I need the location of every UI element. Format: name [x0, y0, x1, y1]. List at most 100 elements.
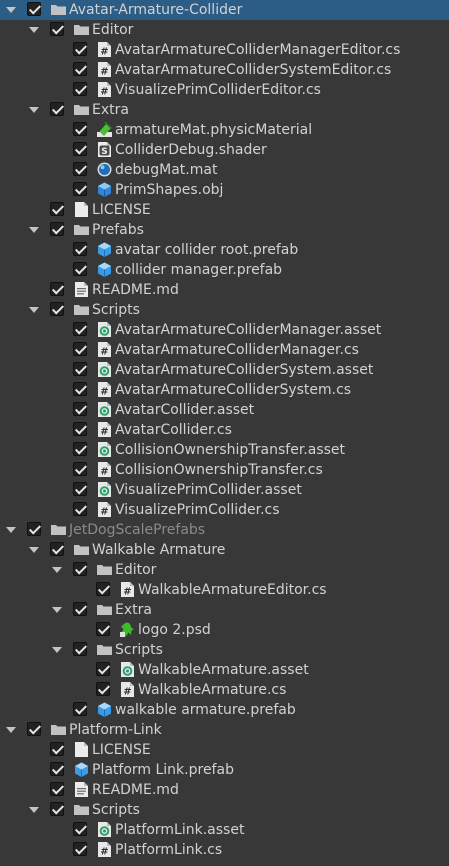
tree-row[interactable]: WalkableArmature.asset [0, 660, 449, 680]
import-checkbox[interactable] [73, 482, 87, 496]
import-checkbox[interactable] [73, 462, 87, 476]
tree-row[interactable]: Scripts [0, 300, 449, 320]
import-checkbox[interactable] [73, 842, 87, 856]
foldout-arrow-icon[interactable] [51, 644, 63, 656]
import-checkbox[interactable] [50, 542, 64, 556]
tree-row[interactable]: # AvatarArmatureColliderManager.cs [0, 340, 449, 360]
import-checkbox[interactable] [73, 442, 87, 456]
foldout-arrow-icon[interactable] [51, 564, 63, 576]
tree-row[interactable]: walkable armature.prefab [0, 700, 449, 720]
tree-row[interactable]: Prefabs [0, 220, 449, 240]
import-checkbox[interactable] [50, 202, 64, 216]
foldout-arrow-icon[interactable] [5, 4, 17, 16]
import-checkbox[interactable] [73, 602, 87, 616]
tree-row[interactable]: README.md [0, 780, 449, 800]
tree-row[interactable]: JetDogScalePrefabs [0, 520, 449, 540]
import-checkbox[interactable] [73, 562, 87, 576]
tree-row[interactable]: # WalkableArmatureEditor.cs [0, 580, 449, 600]
tree-row[interactable]: Platform Link.prefab [0, 760, 449, 780]
tree-row[interactable]: # AvatarArmatureColliderSystemEditor.cs [0, 60, 449, 80]
import-checkbox[interactable] [73, 42, 87, 56]
import-checkbox[interactable] [73, 642, 87, 656]
foldout-arrow-icon[interactable] [28, 304, 40, 316]
tree-row[interactable]: # VisualizePrimCollider.cs [0, 500, 449, 520]
foldout-arrow-icon[interactable] [51, 604, 63, 616]
foldout-arrow-icon[interactable] [28, 104, 40, 116]
import-checkbox[interactable] [73, 62, 87, 76]
tree-row[interactable]: Extra [0, 600, 449, 620]
import-checkbox[interactable] [73, 182, 87, 196]
tree-row[interactable]: VisualizePrimCollider.asset [0, 480, 449, 500]
import-checkbox[interactable] [73, 822, 87, 836]
tree-row[interactable]: PrimShapes.obj [0, 180, 449, 200]
import-checkbox[interactable] [73, 362, 87, 376]
import-checkbox[interactable] [50, 222, 64, 236]
tree-row[interactable]: Scripts [0, 800, 449, 820]
tree-row[interactable]: armatureMat.physicMaterial [0, 120, 449, 140]
tree-row[interactable]: CollisionOwnershipTransfer.asset [0, 440, 449, 460]
tree-row[interactable]: # AvatarCollider.cs [0, 420, 449, 440]
foldout-arrow-icon[interactable] [28, 804, 40, 816]
import-checkbox[interactable] [27, 2, 41, 16]
tree-row[interactable]: debugMat.mat [0, 160, 449, 180]
import-checkbox[interactable] [50, 22, 64, 36]
import-checkbox[interactable] [50, 302, 64, 316]
tree-row[interactable]: # PlatformLink.cs [0, 840, 449, 860]
tree-row[interactable]: LICENSE [0, 200, 449, 220]
import-checkbox[interactable] [73, 382, 87, 396]
import-checkbox[interactable] [73, 122, 87, 136]
tree-row[interactable]: Scripts [0, 640, 449, 660]
svg-text:#: # [100, 87, 108, 98]
tree-row[interactable]: Platform-Link [0, 720, 449, 740]
import-checkbox[interactable] [96, 682, 110, 696]
foldout-arrow-icon[interactable] [28, 224, 40, 236]
import-checkbox[interactable] [96, 622, 110, 636]
import-checkbox[interactable] [73, 422, 87, 436]
tree-row[interactable]: LICENSE [0, 740, 449, 760]
tree-row[interactable]: # AvatarArmatureColliderSystem.cs [0, 380, 449, 400]
foldout-arrow-icon[interactable] [5, 724, 17, 736]
tree-row[interactable]: Walkable Armature [0, 540, 449, 560]
import-checkbox[interactable] [73, 242, 87, 256]
tree-row[interactable]: PlatformLink.asset [0, 820, 449, 840]
import-checkbox[interactable] [50, 742, 64, 756]
foldout-arrow-icon[interactable] [28, 24, 40, 36]
tree-row[interactable]: # AvatarArmatureColliderManagerEditor.cs [0, 40, 449, 60]
foldout-arrow-icon[interactable] [5, 524, 17, 536]
import-checkbox[interactable] [73, 342, 87, 356]
import-checkbox[interactable] [73, 162, 87, 176]
tree-row[interactable]: README.md [0, 280, 449, 300]
import-checkbox[interactable] [27, 722, 41, 736]
import-checkbox[interactable] [73, 82, 87, 96]
tree-row[interactable]: AvatarArmatureColliderSystem.asset [0, 360, 449, 380]
tree-row[interactable]: avatar collider root.prefab [0, 240, 449, 260]
tree-row[interactable]: logo 2.psd [0, 620, 449, 640]
import-checkbox[interactable] [96, 662, 110, 676]
import-checkbox[interactable] [73, 322, 87, 336]
tree-row[interactable]: # WalkableArmature.cs [0, 680, 449, 700]
import-checkbox[interactable] [50, 762, 64, 776]
import-checkbox[interactable] [50, 102, 64, 116]
tree-row[interactable]: collider manager.prefab [0, 260, 449, 280]
tree-row[interactable]: S ColliderDebug.shader [0, 140, 449, 160]
tree-row[interactable]: AvatarArmatureColliderManager.asset [0, 320, 449, 340]
import-checkbox[interactable] [50, 802, 64, 816]
import-checkbox[interactable] [50, 782, 64, 796]
tree-row[interactable]: # CollisionOwnershipTransfer.cs [0, 460, 449, 480]
tree-row[interactable]: # VisualizePrimColliderEditor.cs [0, 80, 449, 100]
import-checkbox[interactable] [73, 402, 87, 416]
import-checkbox[interactable] [50, 282, 64, 296]
import-checkbox[interactable] [73, 702, 87, 716]
import-checkbox[interactable] [96, 582, 110, 596]
udon-asset-icon [96, 821, 113, 838]
tree-row[interactable]: Editor [0, 560, 449, 580]
tree-row[interactable]: Avatar-Armature-Collider [0, 0, 449, 20]
import-checkbox[interactable] [73, 262, 87, 276]
import-checkbox[interactable] [73, 142, 87, 156]
foldout-arrow-icon[interactable] [28, 544, 40, 556]
import-checkbox[interactable] [73, 502, 87, 516]
tree-row[interactable]: Extra [0, 100, 449, 120]
import-checkbox[interactable] [27, 522, 41, 536]
tree-row[interactable]: AvatarCollider.asset [0, 400, 449, 420]
tree-row[interactable]: Editor [0, 20, 449, 40]
